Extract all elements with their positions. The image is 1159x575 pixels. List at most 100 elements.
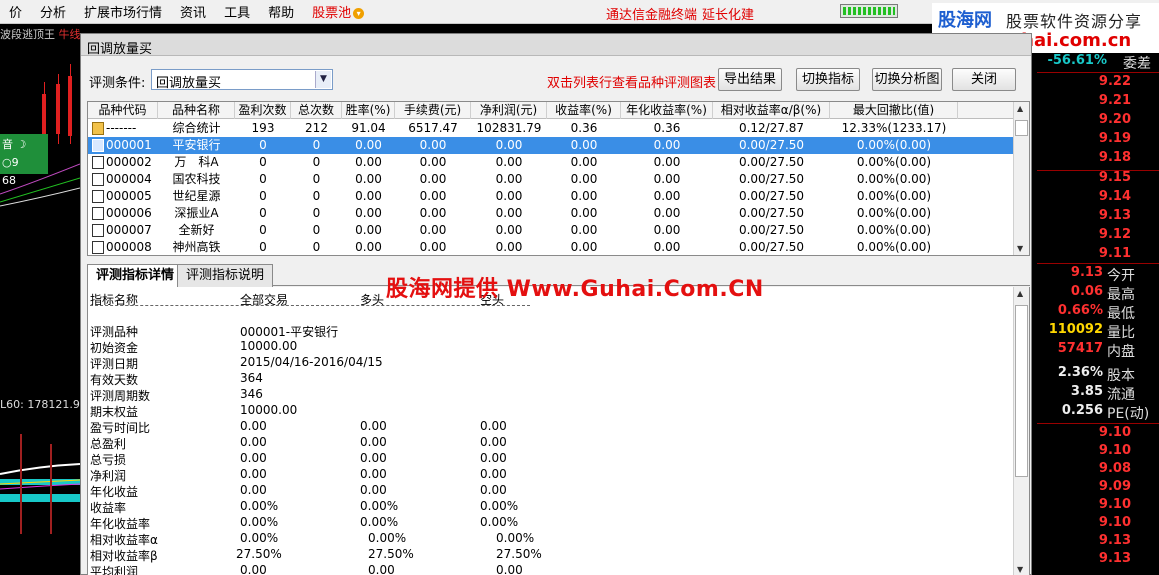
menu-item-analysis[interactable]: 分析 xyxy=(31,2,75,21)
price-value: 9.09 xyxy=(1098,479,1131,494)
table-cell: 0.00 xyxy=(570,189,598,203)
dialog-titlebar[interactable]: 回调放量买 xyxy=(81,34,1031,57)
stat-row: 0.66% 最低 xyxy=(1037,303,1159,322)
export-results-button[interactable]: 导出结果 xyxy=(718,68,782,91)
detail-metric-name: 总盈利 xyxy=(90,437,127,451)
detail-metric-long: 0.00 xyxy=(368,563,395,575)
table-row[interactable]: 000007 全新好 0 0 0.00 0.00 0.00 0.00 0.00 0.00/27.5… xyxy=(88,222,1013,239)
table-row[interactable]: 000008 神州高铁 0 0 0.00 0.00 0.00 0.00 0.00 0.00/27.… xyxy=(88,239,1013,256)
table-row[interactable]: 000006 深振业A 0 0 0.00 0.00 0.00 0.00 0.00 0.00/27.… xyxy=(88,205,1013,222)
table-cell: 平安银行 xyxy=(172,138,221,152)
detail-metric-all: 0.00 xyxy=(240,419,267,433)
separator xyxy=(1037,72,1159,73)
volume-indicator-label: L60: 178121.9 xyxy=(0,398,80,411)
detail-metric-short: 0.00 xyxy=(480,451,507,465)
menu-item-news[interactable]: 资讯 xyxy=(171,2,215,21)
tab-metric-explanation[interactable]: 评测指标说明 xyxy=(177,264,274,287)
column-header[interactable]: 手续费(元) xyxy=(395,102,471,119)
column-header[interactable]: 收益率(%) xyxy=(547,102,621,119)
table-cell: 0.00 xyxy=(495,155,523,169)
table-row[interactable]: 000005 世纪星源 0 0 0.00 0.00 0.00 0.00 0.00 0.00/27.… xyxy=(88,188,1013,205)
menu-item-stock-pool[interactable]: 股票池 ▾ xyxy=(303,2,373,21)
column-header[interactable]: 胜率(%) xyxy=(342,102,395,119)
detail-metric-long: 0.00% xyxy=(360,515,399,529)
table-row[interactable]: 000001 平安银行 0 0 0.00 0.00 0.00 0.00 0.00 0.00/27.… xyxy=(88,137,1013,154)
table-row[interactable]: 000002 万 科A 0 0 0.00 0.00 0.00 0.00 0.00 0.00/27.… xyxy=(88,154,1013,171)
column-header[interactable]: 净利润(元) xyxy=(471,102,547,119)
switch-indicator-button[interactable]: 切换指标 xyxy=(796,68,860,91)
tick-row: 9.10 xyxy=(1037,497,1159,516)
condition-select[interactable]: 回调放量买 ▼ xyxy=(151,69,333,91)
table-cell: 0.00/27.50 xyxy=(738,189,805,203)
table-cell: 000007 xyxy=(106,223,152,237)
stock-pool-label: 股票池 xyxy=(312,6,352,21)
column-header[interactable]: 品种名称 xyxy=(158,102,235,119)
detail-metric-name: 收益率 xyxy=(90,501,127,515)
column-header[interactable]: 品种代码 xyxy=(88,102,158,119)
table-cell: 0 xyxy=(259,138,267,152)
detail-metric-name: 相对收益率β xyxy=(90,549,158,563)
menu-item-price[interactable]: 价 xyxy=(0,2,31,21)
candle xyxy=(42,94,46,134)
column-header[interactable]: 总次数 xyxy=(291,102,342,119)
tab-metric-details[interactable]: 评测指标详情 xyxy=(87,264,184,288)
promo-stock-link[interactable]: 延长化建 xyxy=(702,4,754,23)
detail-metric-long: 0.00 xyxy=(360,435,387,449)
table-cell: 神州高铁 xyxy=(172,240,221,254)
detail-metric-short: 0.00 xyxy=(480,435,507,449)
close-button[interactable]: 关闭 xyxy=(952,68,1016,91)
scroll-up-icon[interactable]: ▲ xyxy=(1017,289,1023,298)
detail-metric-long: 0.00% xyxy=(368,531,407,545)
table-cell: 0 xyxy=(312,240,321,254)
scroll-down-icon[interactable]: ▼ xyxy=(1017,244,1023,253)
scroll-down-icon[interactable]: ▼ xyxy=(1017,565,1023,574)
column-header[interactable]: 盈利次数 xyxy=(235,102,291,119)
menu-item-help[interactable]: 帮助 xyxy=(259,2,303,21)
stat-label: 股本 xyxy=(1107,368,1135,384)
scroll-thumb[interactable] xyxy=(1015,120,1028,136)
stat-row: 9.13 今开 xyxy=(1037,265,1159,284)
promo-terminal-link[interactable]: 通达信金融终端 xyxy=(606,4,697,23)
stat-label: 最低 xyxy=(1107,306,1135,322)
condition-select-value: 回调放量买 xyxy=(156,76,222,91)
price-value: 9.11 xyxy=(1098,246,1131,261)
table-cell: 0.00 xyxy=(355,189,382,203)
price-value: 9.13 xyxy=(1098,533,1131,548)
table-scrollbar[interactable]: ▲ ▼ xyxy=(1013,102,1029,255)
table-cell: 91.04 xyxy=(351,121,386,135)
detail-metric-name: 年化收益 xyxy=(90,485,139,499)
table-row[interactable]: 000004 国农科技 0 0 0.00 0.00 0.00 0.00 0.00 0.00/27.… xyxy=(88,171,1013,188)
detail-info-name: 评测日期 xyxy=(90,357,139,371)
price-value: 9.08 xyxy=(1098,461,1131,476)
column-header[interactable]: 年化收益率(%) xyxy=(621,102,713,119)
table-row[interactable]: ------- 综合统计 193 212 91.04 6517.47 102831.79 0.… xyxy=(88,120,1013,137)
scroll-thumb[interactable] xyxy=(1015,305,1028,477)
tick-row: 9.13 xyxy=(1037,533,1159,552)
menu-item-extended-market[interactable]: 扩展市场行情 xyxy=(75,2,171,21)
table-cell: 0.00 xyxy=(570,223,598,237)
detail-scrollbar[interactable]: ▲ ▼ xyxy=(1013,287,1029,575)
table-header: 品种代码 品种名称 盈利次数 总次数 胜率(%) 手续费(元) 净利润(元) 收益率(%) 年化… xyxy=(88,102,1013,119)
table-cell: 0.00 xyxy=(355,155,382,169)
table-cell: 0.00 xyxy=(653,138,681,152)
column-header[interactable]: 最大回撤比(值) xyxy=(830,102,958,119)
detail-metric-short: 0.00% xyxy=(480,515,519,529)
scroll-up-icon[interactable]: ▲ xyxy=(1017,104,1023,113)
price-value: 9.13 xyxy=(1098,551,1131,566)
table-cell: 0.00 xyxy=(355,223,382,237)
stat-label: 流通 xyxy=(1107,387,1135,403)
detail-metric-all: 0.00% xyxy=(240,499,279,513)
table-cell: 0.00 xyxy=(419,138,447,152)
separator xyxy=(1037,263,1159,264)
menu-item-tools[interactable]: 工具 xyxy=(215,2,259,21)
separator xyxy=(1037,423,1159,424)
stat-label: 今开 xyxy=(1107,268,1135,284)
stat-row: 3.85 流通 xyxy=(1037,384,1159,403)
detail-metric-long: 0.00 xyxy=(360,451,387,465)
candle xyxy=(68,76,72,136)
switch-chart-button[interactable]: 切换分析图 xyxy=(872,68,942,91)
table-cell: 000001 xyxy=(106,138,152,152)
column-header[interactable]: 相对收益率α/β(%) xyxy=(713,102,830,119)
price-value: 9.10 xyxy=(1098,497,1131,512)
chevron-down-icon[interactable]: ▼ xyxy=(315,71,331,88)
